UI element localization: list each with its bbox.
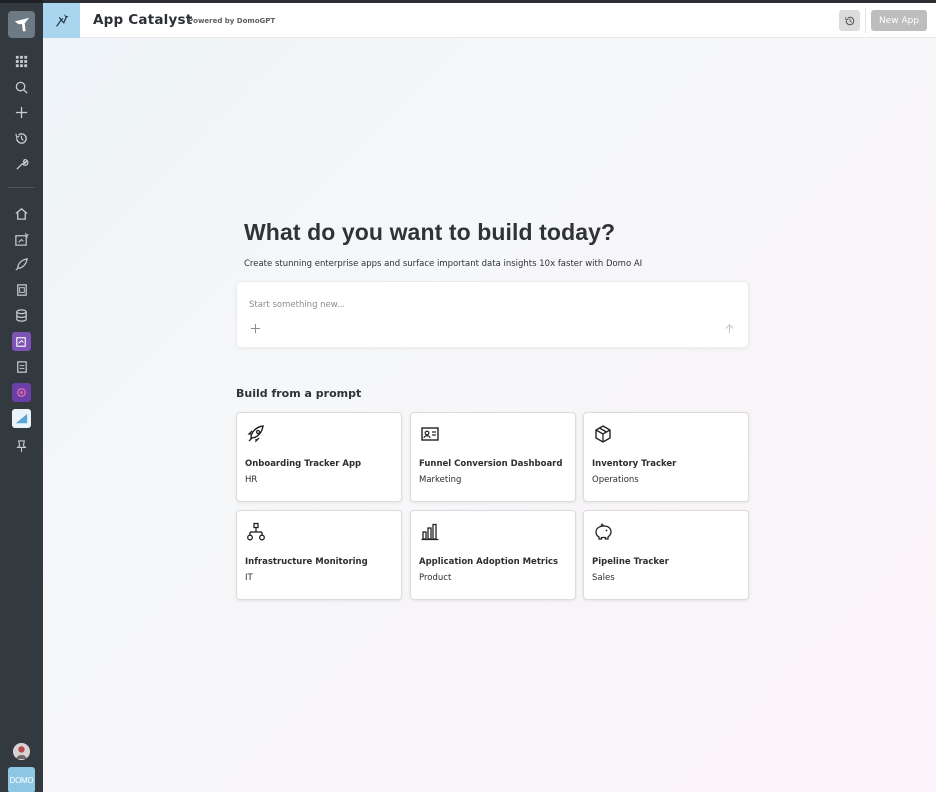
card-title: Inventory Tracker	[592, 459, 677, 469]
page-title: App Catalyst	[93, 12, 193, 28]
copy-icon[interactable]	[12, 281, 31, 300]
card-category: Sales	[592, 573, 615, 583]
toolbar-separator	[865, 8, 866, 33]
search-icon[interactable]	[12, 78, 31, 97]
card-category: HR	[245, 475, 258, 485]
card-title: Funnel Conversion Dashboard	[419, 459, 563, 469]
id-card-icon	[419, 423, 441, 445]
card-category: Marketing	[419, 475, 462, 485]
box-icon	[592, 423, 614, 445]
top-bar: App Catalyst Powered by DomoGPT New App	[43, 3, 936, 38]
domo-logo-icon[interactable]	[8, 11, 35, 38]
avatar[interactable]	[13, 743, 30, 760]
send-arrow-icon[interactable]	[723, 322, 735, 334]
wrench-icon[interactable]	[12, 155, 31, 174]
plus-icon[interactable]	[12, 103, 31, 122]
prompt-card[interactable]: Pipeline Tracker Sales	[583, 510, 749, 600]
prompt-card[interactable]: Inventory Tracker Operations	[583, 412, 749, 502]
piggy-bank-icon	[592, 521, 614, 543]
card-title: Pipeline Tracker	[592, 557, 669, 567]
cloud-app-icon[interactable]	[12, 409, 31, 428]
card-category: IT	[245, 573, 253, 583]
sidebar-divider	[8, 187, 35, 188]
prompt-input[interactable]	[249, 298, 709, 312]
sidebar: DOMO	[0, 0, 43, 792]
app-studio-icon[interactable]	[12, 332, 31, 351]
history-button[interactable]	[839, 10, 860, 31]
history-icon[interactable]	[12, 129, 31, 148]
database-icon[interactable]	[12, 306, 31, 325]
camera-app-icon[interactable]	[12, 383, 31, 402]
card-category: Product	[419, 573, 452, 583]
card-category: Operations	[592, 475, 639, 485]
card-title: Infrastructure Monitoring	[245, 557, 368, 567]
pin-icon[interactable]	[12, 437, 31, 456]
prompt-card[interactable]: Infrastructure Monitoring IT	[236, 510, 402, 600]
hero-title: What do you want to build today?	[244, 219, 616, 245]
new-app-button[interactable]: New App	[871, 10, 927, 31]
app-main: App Catalyst Powered by DomoGPT New App …	[43, 3, 936, 792]
prompt-box	[236, 281, 749, 348]
powered-by-label: Powered by DomoGPT	[188, 17, 276, 25]
domo-badge[interactable]: DOMO	[8, 767, 35, 792]
document-icon[interactable]	[12, 358, 31, 377]
card-title: Onboarding Tracker App	[245, 459, 362, 469]
attach-plus-icon[interactable]	[249, 322, 261, 334]
card-title: Application Adoption Metrics	[419, 557, 559, 567]
bar-chart-icon	[419, 521, 441, 543]
history-icon	[844, 16, 854, 25]
grid-icon[interactable]	[12, 52, 31, 71]
section-title: Build from a prompt	[236, 387, 362, 400]
prompt-card[interactable]: Application Adoption Metrics Product	[410, 510, 576, 600]
hero-subtitle: Create stunning enterprise apps and surf…	[244, 259, 643, 269]
home-icon[interactable]	[12, 204, 31, 223]
app-catalyst-icon[interactable]	[43, 3, 80, 38]
ai-app-icon[interactable]	[12, 230, 31, 249]
prompt-card[interactable]: Onboarding Tracker App HR	[236, 412, 402, 502]
rocket-icon	[245, 423, 267, 445]
network-icon	[245, 521, 267, 543]
prompt-card[interactable]: Funnel Conversion Dashboard Marketing	[410, 412, 576, 502]
rocket-icon[interactable]	[12, 255, 31, 274]
